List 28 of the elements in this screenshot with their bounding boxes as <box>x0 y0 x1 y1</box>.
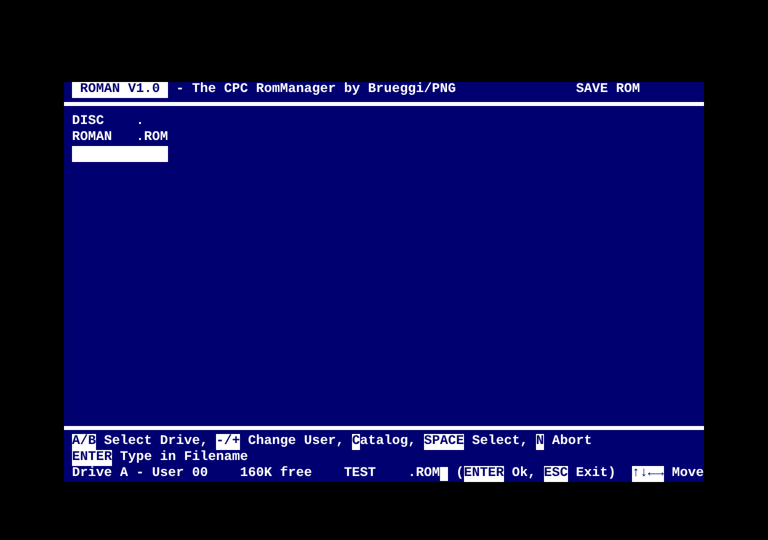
key-label: A/B <box>72 434 96 450</box>
file-name[interactable]: ROMAN <box>72 130 136 146</box>
key-label: ↑↓←→ <box>632 466 664 482</box>
file-extension[interactable]: . <box>136 114 144 130</box>
key-label: ENTER <box>464 466 504 482</box>
help-text: Drive A - User 00 160K free TEST .ROM <box>72 466 440 482</box>
help-text: Ok, <box>510 466 537 482</box>
key-label: N <box>536 434 544 450</box>
program-title: ROMAN V1.0 <box>72 82 168 98</box>
key-label: -/+ <box>216 434 240 450</box>
help-text: Select, <box>470 434 529 450</box>
file-extension[interactable]: .ROM <box>136 130 168 146</box>
key-label: ENTER <box>72 450 112 466</box>
help-text: Abort <box>550 434 592 450</box>
file-name[interactable]: DISC <box>72 114 136 130</box>
help-text: Move <box>670 466 704 482</box>
mode-label: SAVE ROM <box>576 82 640 98</box>
help-text: atalog, <box>360 434 417 450</box>
help-text: Select Drive, <box>102 434 209 450</box>
key-label: C <box>352 434 360 450</box>
help-text: Type in Filename <box>118 450 248 466</box>
key-label: SPACE <box>424 434 464 450</box>
help-text: Change User, <box>248 434 345 450</box>
program-subtitle: - The CPC RomManager by Brueggi/PNG <box>174 82 456 98</box>
text-cursor <box>440 467 448 481</box>
key-label: ESC <box>544 466 568 482</box>
help-text: ( <box>454 466 464 482</box>
help-text: Exit) <box>574 466 617 482</box>
